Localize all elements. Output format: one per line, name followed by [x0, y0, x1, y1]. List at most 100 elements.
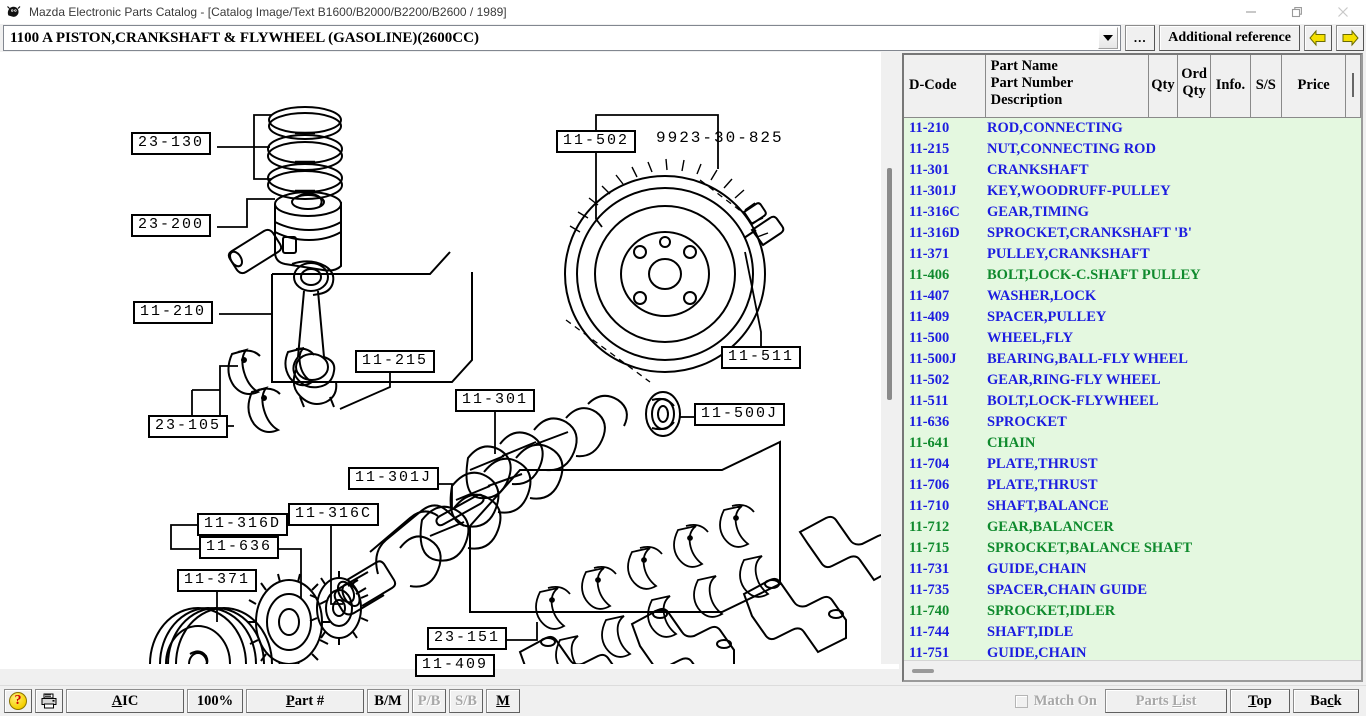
diagram-callout[interactable]: 11-301 [455, 389, 536, 412]
match-on-checkbox-group[interactable]: Match On [1014, 692, 1097, 710]
table-row[interactable]: 11-409 SPACER,PULLEY [904, 307, 1361, 328]
m-button[interactable]: M [486, 689, 520, 713]
table-row[interactable]: 11-731 GUIDE,CHAIN [904, 559, 1361, 580]
cell-part-name: SPROCKET,IDLER [987, 602, 1116, 619]
zoom-level-button[interactable]: 100% [187, 689, 243, 713]
column-header-partname-line2: Part Number [990, 75, 1074, 91]
table-row[interactable]: 11-210 ROD,CONNECTING [904, 118, 1361, 139]
close-icon[interactable] [1320, 0, 1366, 24]
cell-part-name: GEAR,TIMING [987, 203, 1089, 220]
cell-part-name: SPROCKET,BALANCE SHAFT [987, 539, 1193, 556]
diagram-callout[interactable]: 11-511 [721, 346, 802, 369]
back-button[interactable]: Back [1293, 689, 1359, 713]
match-on-label: Match On [1033, 692, 1097, 709]
parts-list-panel: D-Code Part Name Part Number Description… [900, 52, 1366, 685]
window-controls [1228, 0, 1366, 24]
diagram-callout[interactable]: 11-210 [133, 301, 214, 324]
cell-dcode: 11-715 [909, 539, 950, 556]
table-row[interactable]: 11-715 SPROCKET,BALANCE SHAFT [904, 538, 1361, 559]
column-header-info[interactable]: Info. [1210, 55, 1251, 118]
chevron-down-icon[interactable] [1098, 27, 1119, 49]
table-row[interactable]: 11-712 GEAR,BALANCER [904, 517, 1361, 538]
parts-list-horizontal-scrollbar[interactable] [904, 660, 1361, 680]
catalog-image-panel[interactable]: 23-130 23-200 11-210 11-215 23-105 11-502 11-5… [0, 52, 900, 685]
table-row[interactable]: 11-407 WASHER,LOCK [904, 286, 1361, 307]
cell-dcode: 11-706 [909, 476, 950, 493]
table-row[interactable]: 11-751 GUIDE,CHAIN [904, 643, 1361, 661]
table-row[interactable]: 11-641 CHAIN [904, 433, 1361, 454]
cell-dcode: 11-636 [909, 413, 950, 430]
cell-dcode: 11-641 [909, 434, 950, 451]
diagram-vertical-scrollbar[interactable] [881, 52, 899, 664]
cell-dcode: 11-500 [909, 329, 950, 346]
match-on-checkbox[interactable] [1014, 694, 1028, 708]
table-row[interactable]: 11-371 PULLEY,CRANKSHAFT [904, 244, 1361, 265]
table-row[interactable]: 11-735 SPACER,CHAIN GUIDE [904, 580, 1361, 601]
table-row[interactable]: 11-740 SPROCKET,IDLER [904, 601, 1361, 622]
restore-icon[interactable] [1274, 0, 1320, 24]
diagram-callout[interactable]: 11-371 [177, 569, 258, 592]
additional-reference-button[interactable]: Additional reference [1159, 25, 1300, 51]
next-button[interactable] [1336, 25, 1364, 51]
cell-dcode: 11-409 [909, 308, 950, 325]
cell-part-name: SHAFT,BALANCE [987, 497, 1109, 514]
table-row[interactable]: 11-316D SPROCKET,CRANKSHAFT 'B' [904, 223, 1361, 244]
column-header-qty[interactable]: Qty [1148, 55, 1178, 118]
table-row[interactable]: 11-500 WHEEL,FLY [904, 328, 1361, 349]
table-row[interactable]: 11-301 CRANKSHAFT [904, 160, 1361, 181]
header-toolbar: 1100 A PISTON,CRANKSHAFT & FLYWHEEL (GAS… [0, 24, 1366, 52]
diagram-callout[interactable]: 23-151 [427, 627, 508, 650]
diagram-vertical-scroll-thumb[interactable] [887, 168, 892, 400]
top-button[interactable]: Top [1230, 689, 1290, 713]
diagram-callout[interactable]: 11-502 [556, 130, 637, 153]
table-row[interactable]: 11-500J BEARING,BALL-FLY WHEEL [904, 349, 1361, 370]
table-row[interactable]: 11-706 PLATE,THRUST [904, 475, 1361, 496]
table-row[interactable]: 11-636 SPROCKET [904, 412, 1361, 433]
column-header-partname-line1: Part Name [990, 58, 1058, 74]
table-row[interactable]: 11-511 BOLT,LOCK-FLYWHEEL [904, 391, 1361, 412]
column-header-partname[interactable]: Part Name Part Number Description [985, 55, 1149, 118]
diagram-callout[interactable]: 23-105 [148, 415, 229, 438]
help-button[interactable]: ? [4, 689, 32, 713]
diagram-callout[interactable]: 11-301J [348, 467, 440, 490]
table-row[interactable]: 11-301J KEY,WOODRUFF-PULLEY [904, 181, 1361, 202]
column-header-price[interactable]: Price [1281, 55, 1347, 118]
group-combobox[interactable]: 1100 A PISTON,CRANKSHAFT & FLYWHEEL (GAS… [3, 25, 1122, 51]
table-row[interactable]: 11-406 BOLT,LOCK-C.SHAFT PULLEY [904, 265, 1361, 286]
minimize-icon[interactable] [1228, 0, 1274, 24]
table-row[interactable]: 11-744 SHAFT,IDLE [904, 622, 1361, 643]
table-row[interactable]: 11-215 NUT,CONNECTING ROD [904, 139, 1361, 160]
parts-list-horizontal-scroll-thumb[interactable] [912, 669, 934, 673]
print-button[interactable] [35, 689, 63, 713]
cell-part-name: PLATE,THRUST [987, 455, 1098, 472]
table-row[interactable]: 11-704 PLATE,THRUST [904, 454, 1361, 475]
cell-dcode: 11-301 [909, 161, 950, 178]
column-header-dcode[interactable]: D-Code [904, 55, 986, 118]
diagram-callout[interactable]: 23-130 [131, 132, 212, 155]
part-number-button[interactable]: Part # [246, 689, 364, 713]
table-row[interactable]: 11-710 SHAFT,BALANCE [904, 496, 1361, 517]
table-row[interactable]: 11-316C GEAR,TIMING [904, 202, 1361, 223]
bm-button[interactable]: B/M [367, 689, 409, 713]
diagram-callout[interactable]: 11-636 [199, 536, 280, 559]
prev-button[interactable] [1304, 25, 1332, 51]
table-row[interactable]: 11-502 GEAR,RING-FLY WHEEL [904, 370, 1361, 391]
diagram-callout[interactable]: 11-500J [694, 403, 786, 426]
browse-button[interactable]: ... [1125, 25, 1156, 51]
diagram-callout[interactable]: 11-316C [288, 503, 380, 526]
cell-dcode: 11-407 [909, 287, 950, 304]
diagram-callout[interactable]: 11-316D [197, 513, 289, 536]
cell-dcode: 11-751 [909, 644, 950, 661]
diagram-callout[interactable]: 23-200 [131, 214, 212, 237]
diagram-callout[interactable]: 11-215 [355, 350, 436, 373]
cell-dcode: 11-712 [909, 518, 950, 535]
cell-part-name: BOLT,LOCK-C.SHAFT PULLEY [987, 266, 1201, 283]
aic-button[interactable]: AIC [66, 689, 184, 713]
parts-list-button: Parts List [1105, 689, 1227, 713]
column-header-ss[interactable]: S/S [1250, 55, 1282, 118]
diagram-callout[interactable]: 11-409 [415, 654, 496, 677]
parts-table-header: D-Code Part Name Part Number Description… [904, 55, 1361, 118]
parts-rows-scroll-area[interactable]: 11-210 ROD,CONNECTING 11-215 NUT,CONNECTING… [904, 117, 1361, 661]
column-header-ordqty[interactable]: Ord Qty [1177, 55, 1212, 118]
sb-button: S/B [449, 689, 483, 713]
